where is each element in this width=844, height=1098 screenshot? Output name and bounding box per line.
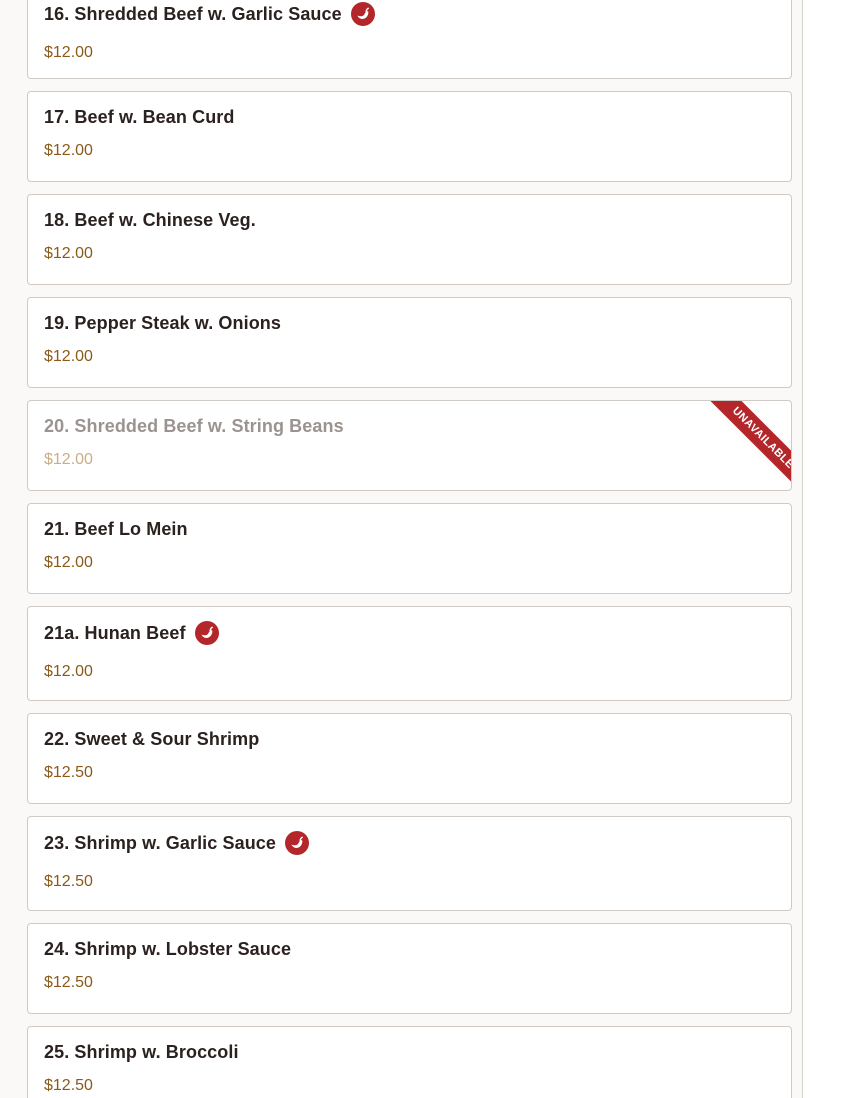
menu-item-title: 25. Shrimp w. Broccoli bbox=[44, 1042, 239, 1062]
menu-item-price: $12.50 bbox=[44, 974, 93, 991]
menu-item[interactable]: 21. Beef Lo Mein $12.00 bbox=[27, 503, 792, 594]
menu-page: 16. Shredded Beef w. Garlic Sauce $12.00… bbox=[0, 0, 803, 1098]
menu-item-title: 17. Beef w. Bean Curd bbox=[44, 107, 235, 127]
menu-item-title: 24. Shrimp w. Lobster Sauce bbox=[44, 939, 292, 959]
menu-item-price: $12.00 bbox=[44, 554, 93, 571]
unavailable-ribbon: UNAVAILABLE bbox=[696, 401, 791, 490]
menu-item-title-row: 23. Shrimp w. Garlic Sauce bbox=[44, 831, 310, 855]
menu-item-title-row: 16. Shredded Beef w. Garlic Sauce bbox=[44, 2, 375, 26]
unavailable-badge: UNAVAILABLE bbox=[702, 401, 791, 490]
chili-pepper-icon bbox=[350, 2, 375, 26]
menu-item-title-row: 21. Beef Lo Mein bbox=[44, 519, 188, 540]
menu-item-title: 20. Shredded Beef w. String Beans bbox=[44, 416, 344, 436]
menu-item-list: 16. Shredded Beef w. Garlic Sauce $12.00… bbox=[27, 0, 792, 1098]
menu-item-title-row: 18. Beef w. Chinese Veg. bbox=[44, 210, 256, 231]
menu-item-title-row: 22. Sweet & Sour Shrimp bbox=[44, 729, 259, 750]
menu-item-title-row: 19. Pepper Steak w. Onions bbox=[44, 313, 281, 334]
menu-item-price: $12.00 bbox=[44, 348, 93, 365]
menu-item-price: $12.00 bbox=[44, 451, 93, 468]
menu-item-title-row: 24. Shrimp w. Lobster Sauce bbox=[44, 939, 291, 960]
menu-item-title-row: 20. Shredded Beef w. String Beans bbox=[44, 416, 344, 437]
menu-item[interactable]: 22. Sweet & Sour Shrimp $12.50 bbox=[27, 713, 792, 804]
menu-item-price: $12.00 bbox=[44, 245, 93, 262]
menu-item[interactable]: 24. Shrimp w. Lobster Sauce $12.50 bbox=[27, 923, 792, 1014]
menu-item-price: $12.50 bbox=[44, 764, 93, 781]
menu-item-title: 21a. Hunan Beef bbox=[44, 622, 186, 643]
menu-item-price: $12.00 bbox=[44, 142, 93, 159]
menu-item-price: $12.50 bbox=[44, 873, 93, 890]
chili-pepper-icon bbox=[285, 831, 310, 855]
menu-item[interactable]: 17. Beef w. Bean Curd $12.00 bbox=[27, 91, 792, 182]
menu-item-price: $12.00 bbox=[44, 663, 93, 680]
menu-item[interactable]: 23. Shrimp w. Garlic Sauce $12.50 bbox=[27, 816, 792, 911]
menu-item-title-row: 21a. Hunan Beef bbox=[44, 621, 219, 645]
menu-item[interactable]: 25. Shrimp w. Broccoli $12.50 bbox=[27, 1026, 792, 1098]
menu-item-title: 23. Shrimp w. Garlic Sauce bbox=[44, 832, 277, 853]
menu-item-title: 22. Sweet & Sour Shrimp bbox=[44, 729, 260, 749]
menu-item-price: $12.00 bbox=[44, 44, 93, 61]
menu-item[interactable]: 16. Shredded Beef w. Garlic Sauce $12.00 bbox=[27, 0, 792, 79]
menu-item-title: 18. Beef w. Chinese Veg. bbox=[44, 210, 256, 230]
chili-pepper-icon bbox=[194, 621, 219, 645]
menu-item-unavailable: 20. Shredded Beef w. String Beans $12.00… bbox=[27, 400, 792, 491]
menu-item-title: 21. Beef Lo Mein bbox=[44, 519, 188, 539]
menu-item[interactable]: 19. Pepper Steak w. Onions $12.00 bbox=[27, 297, 792, 388]
menu-item-price: $12.50 bbox=[44, 1077, 93, 1094]
menu-item[interactable]: 21a. Hunan Beef $12.00 bbox=[27, 606, 792, 701]
menu-item-title-row: 25. Shrimp w. Broccoli bbox=[44, 1042, 239, 1063]
menu-item-title: 19. Pepper Steak w. Onions bbox=[44, 313, 282, 333]
menu-item[interactable]: 18. Beef w. Chinese Veg. $12.00 bbox=[27, 194, 792, 285]
menu-item-title: 16. Shredded Beef w. Garlic Sauce bbox=[44, 3, 342, 24]
menu-item-title-row: 17. Beef w. Bean Curd bbox=[44, 107, 235, 128]
